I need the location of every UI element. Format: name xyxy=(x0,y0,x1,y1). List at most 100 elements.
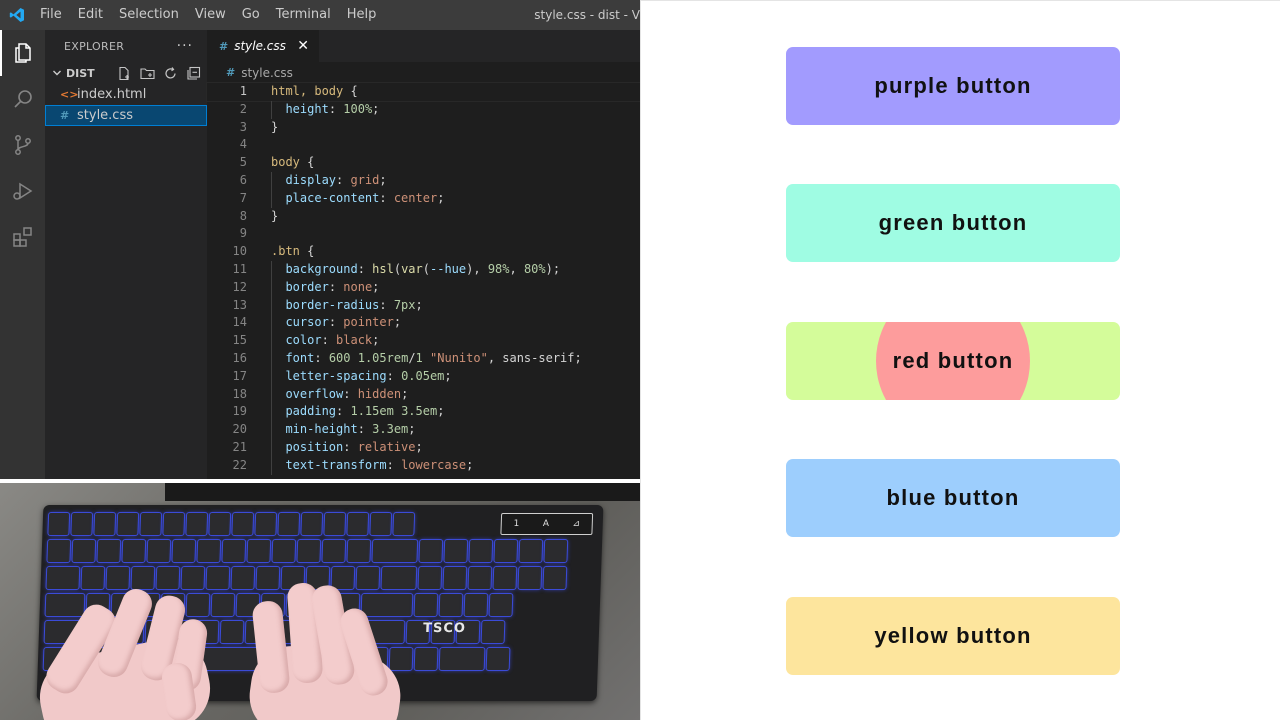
keyboard-key xyxy=(46,567,80,589)
code-line[interactable]: 20 min-height: 3.3em; xyxy=(207,421,640,439)
button-label: blue button xyxy=(886,485,1020,510)
menu-view[interactable]: View xyxy=(187,0,234,30)
keyboard-key xyxy=(186,594,210,616)
code-line[interactable]: 2 height: 100%; xyxy=(207,100,640,119)
search-icon[interactable] xyxy=(0,76,45,122)
keyboard-key xyxy=(389,648,413,670)
keyboard-key xyxy=(544,540,568,562)
menu-help[interactable]: Help xyxy=(339,0,385,30)
refresh-icon[interactable] xyxy=(163,66,178,81)
code-line[interactable]: 16 font: 600 1.05rem/1 "Nunito", sans-se… xyxy=(207,349,640,368)
green-button[interactable]: green button xyxy=(786,184,1120,262)
code-line[interactable]: 18 overflow: hidden; xyxy=(207,385,640,404)
code-text: body { xyxy=(271,155,315,170)
keyboard-brand-logo: TSCO xyxy=(422,621,467,636)
line-number: 19 xyxy=(232,404,247,419)
keyboard-key xyxy=(439,648,485,670)
code-line[interactable]: 15 color: black; xyxy=(207,332,640,350)
keyboard-key xyxy=(486,648,510,670)
code-line[interactable]: 10 .btn { xyxy=(207,243,640,261)
line-number: 3 xyxy=(239,119,247,134)
file-name: style.css xyxy=(77,108,133,123)
keyboard-key xyxy=(489,594,513,616)
purple-button[interactable]: purple button xyxy=(786,47,1120,125)
line-number: 11 xyxy=(232,261,247,276)
keyboard-key xyxy=(97,540,121,562)
code-line[interactable]: 6 display: grid; xyxy=(207,171,640,190)
new-file-icon[interactable] xyxy=(117,66,132,81)
red-button[interactable]: red button xyxy=(786,322,1120,400)
folder-actions xyxy=(117,66,207,81)
code-line[interactable]: 1 html, body { xyxy=(206,82,640,102)
keyboard-key xyxy=(381,567,417,589)
line-number: 18 xyxy=(232,386,247,401)
more-actions-icon[interactable]: ··· xyxy=(177,38,193,54)
menu-terminal[interactable]: Terminal xyxy=(268,0,339,30)
code-line[interactable]: 3} xyxy=(207,119,640,137)
file-item-index-html[interactable]: <> index.html xyxy=(45,84,207,105)
keyboard-key xyxy=(197,540,221,562)
keyboard-key xyxy=(231,567,255,589)
new-folder-icon[interactable] xyxy=(140,66,155,81)
file-item-style-css[interactable]: # style.css xyxy=(45,105,207,126)
code-line[interactable]: 9 xyxy=(207,225,640,243)
css-file-icon: # xyxy=(219,39,229,53)
keyboard-key xyxy=(418,567,442,589)
code-line[interactable]: 11 background: hsl(var(--hue), 98%, 80%)… xyxy=(207,260,640,279)
code-line[interactable]: 19 padding: 1.15em 3.5em; xyxy=(207,403,640,422)
indent-guide xyxy=(271,296,272,315)
keyboard-key xyxy=(361,594,413,616)
collapse-all-icon[interactable] xyxy=(186,66,201,81)
tab-style-css[interactable]: # style.css ✕ xyxy=(207,30,319,62)
indent-guide xyxy=(271,403,272,422)
keyboard-key xyxy=(172,540,196,562)
media-key: ⊿ xyxy=(572,519,581,529)
keyboard-key xyxy=(468,567,492,589)
keyboard-key xyxy=(106,567,130,589)
blue-button[interactable]: blue button xyxy=(786,459,1120,537)
keyboard-key xyxy=(356,567,380,589)
keyboard-key xyxy=(278,513,300,535)
keyboard-key xyxy=(232,513,254,535)
keyboard-key xyxy=(81,567,105,589)
keyboard-key xyxy=(220,621,244,643)
line-number: 1 xyxy=(239,84,247,98)
code-line[interactable]: 14 cursor: pointer; xyxy=(207,314,640,333)
menu-selection[interactable]: Selection xyxy=(111,0,187,30)
keyboard-key xyxy=(181,567,205,589)
source-control-icon[interactable] xyxy=(0,122,45,168)
extensions-icon[interactable] xyxy=(0,214,45,260)
menu-go[interactable]: Go xyxy=(234,0,268,30)
breadcrumb[interactable]: # style.css xyxy=(207,62,640,83)
yellow-button[interactable]: yellow button xyxy=(786,597,1120,675)
code-line[interactable]: 8} xyxy=(207,208,640,226)
explorer-icon[interactable] xyxy=(0,30,45,76)
chevron-down-icon[interactable] xyxy=(50,68,64,78)
keyboard-key xyxy=(72,540,96,562)
close-icon[interactable]: ✕ xyxy=(297,38,309,54)
keyboard-key xyxy=(211,594,235,616)
key-row xyxy=(47,540,596,562)
code-line[interactable]: 13 border-radius: 7px; xyxy=(207,296,640,315)
code-line[interactable]: 17 letter-spacing: 0.05em; xyxy=(207,367,640,386)
line-number: 15 xyxy=(232,333,247,348)
keyboard-key xyxy=(247,540,271,562)
keyboard-key xyxy=(206,567,230,589)
css-file-icon: # xyxy=(226,66,236,79)
folder-row[interactable]: DIST xyxy=(45,62,207,84)
css-file-icon: # xyxy=(60,109,70,122)
menu-edit[interactable]: Edit xyxy=(70,0,111,30)
code-text: } xyxy=(271,208,279,223)
run-debug-icon[interactable] xyxy=(0,168,45,214)
code-line[interactable]: 4 xyxy=(207,136,640,154)
code-line[interactable]: 22 text-transform: lowercase; xyxy=(207,456,640,475)
code-line[interactable]: 7 place-content: center; xyxy=(207,189,640,208)
code-line[interactable]: 12 border: none; xyxy=(207,278,640,297)
editor-pane: # style.css ✕ # style.css 1 html, body {2… xyxy=(206,30,640,479)
code-line[interactable]: 5 body { xyxy=(207,154,640,172)
menu-file[interactable]: File xyxy=(34,0,70,30)
code-line[interactable]: 21 position: relative; xyxy=(207,438,640,457)
keyboard-key xyxy=(272,540,296,562)
keyboard-key xyxy=(186,513,208,535)
code-area[interactable]: 1 html, body {2 height: 100%; 3} 4 5 body {6 … xyxy=(206,82,640,475)
